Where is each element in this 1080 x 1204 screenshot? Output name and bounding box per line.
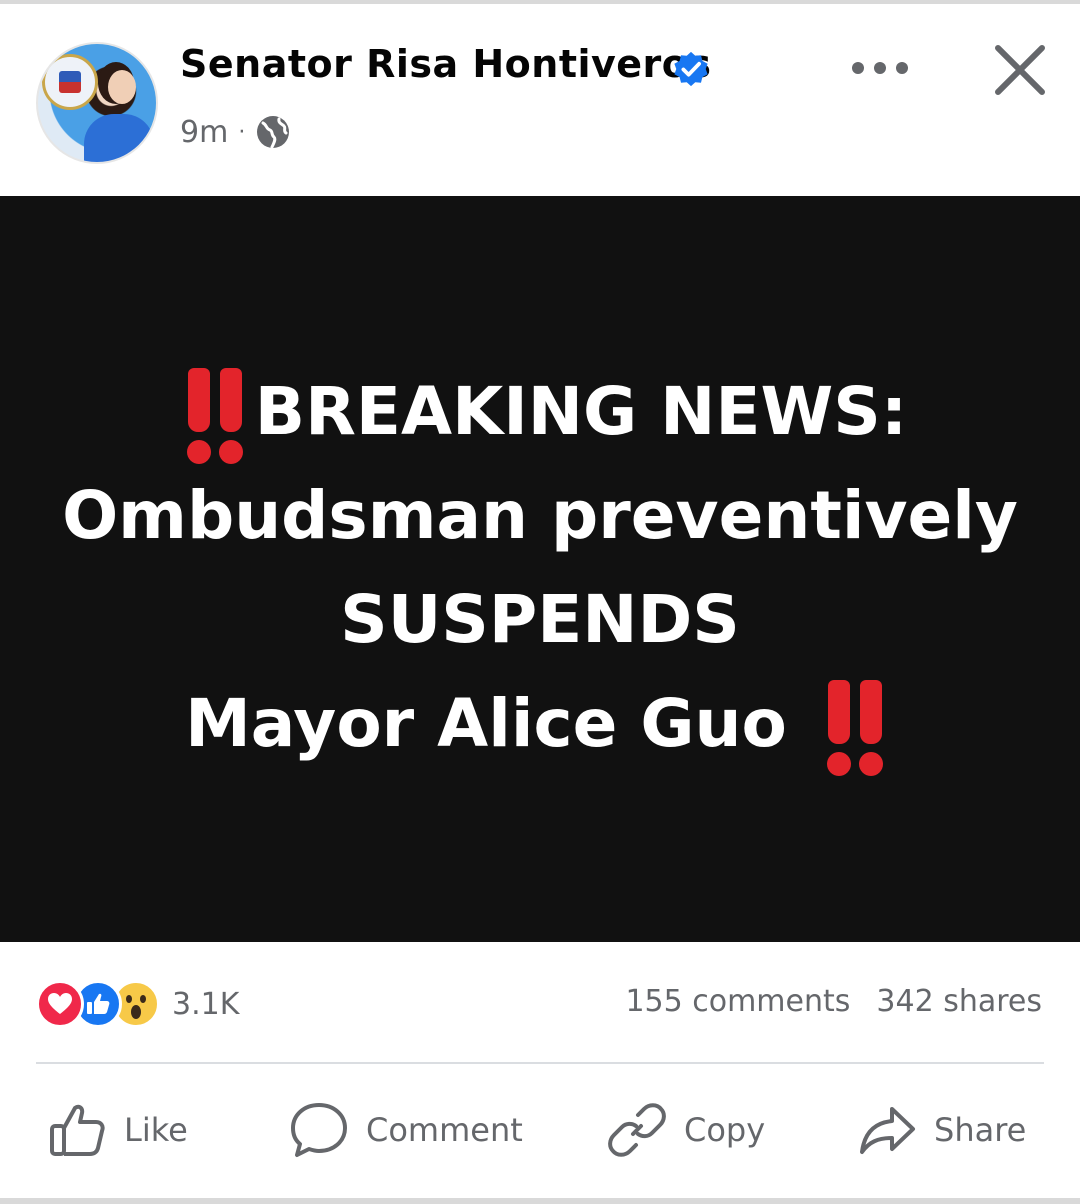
- globe-icon: [257, 116, 290, 149]
- more-options-icon[interactable]: [848, 50, 912, 86]
- like-label: Like: [124, 1111, 188, 1149]
- engagement-counts: 155 comments 342 shares: [625, 984, 1042, 1019]
- like-button[interactable]: Like: [48, 1096, 188, 1164]
- comment-label: Comment: [366, 1111, 523, 1149]
- headline-line-4: Mayor Alice Guo: [0, 672, 1080, 776]
- comments-count[interactable]: 155 comments: [625, 984, 850, 1019]
- love-reaction-icon: [36, 980, 84, 1028]
- post-meta: 9m ·: [180, 112, 291, 152]
- double-exclamation-icon: [183, 367, 245, 464]
- double-exclamation-icon: [823, 679, 885, 776]
- post-timestamp[interactable]: 9m: [180, 115, 228, 150]
- author-avatar[interactable]: [36, 42, 158, 164]
- copy-label: Copy: [684, 1111, 766, 1149]
- headline-text: BREAKING NEWS: Ombudsman preventively SU…: [0, 360, 1080, 776]
- copy-link-button[interactable]: Copy: [608, 1096, 765, 1164]
- reaction-summary[interactable]: 3.1K: [36, 978, 239, 1030]
- thumbs-up-icon: [50, 1104, 105, 1156]
- bottom-border: [0, 1198, 1080, 1204]
- senate-seal-icon: [42, 54, 98, 110]
- post-header: Senator Risa Hontiveros 9m ·: [0, 4, 1080, 196]
- headline-line-2: Ombudsman preventively: [62, 477, 1018, 554]
- meta-separator: ·: [238, 119, 246, 145]
- avatar-face: [108, 70, 136, 104]
- shares-count[interactable]: 342 shares: [876, 984, 1042, 1019]
- comment-bubble-icon: [291, 1103, 347, 1157]
- headline-line-1: BREAKING NEWS:: [0, 360, 1080, 464]
- share-arrow-icon: [860, 1107, 915, 1154]
- verified-badge-icon: [674, 51, 708, 87]
- reaction-count: 3.1K: [172, 986, 240, 1022]
- breaking-news-label: BREAKING NEWS:: [254, 373, 908, 450]
- close-icon[interactable]: [990, 40, 1050, 100]
- headline-line-3: SUSPENDS: [340, 581, 740, 658]
- share-button[interactable]: Share: [858, 1096, 1026, 1164]
- divider: [36, 1062, 1044, 1064]
- author-name[interactable]: Senator Risa Hontiveros: [180, 42, 712, 86]
- mayor-name: Mayor Alice Guo: [185, 685, 787, 762]
- comment-button[interactable]: Comment: [290, 1096, 523, 1164]
- link-icon: [608, 1103, 666, 1157]
- share-label: Share: [934, 1111, 1027, 1149]
- avatar-figure: [84, 114, 154, 162]
